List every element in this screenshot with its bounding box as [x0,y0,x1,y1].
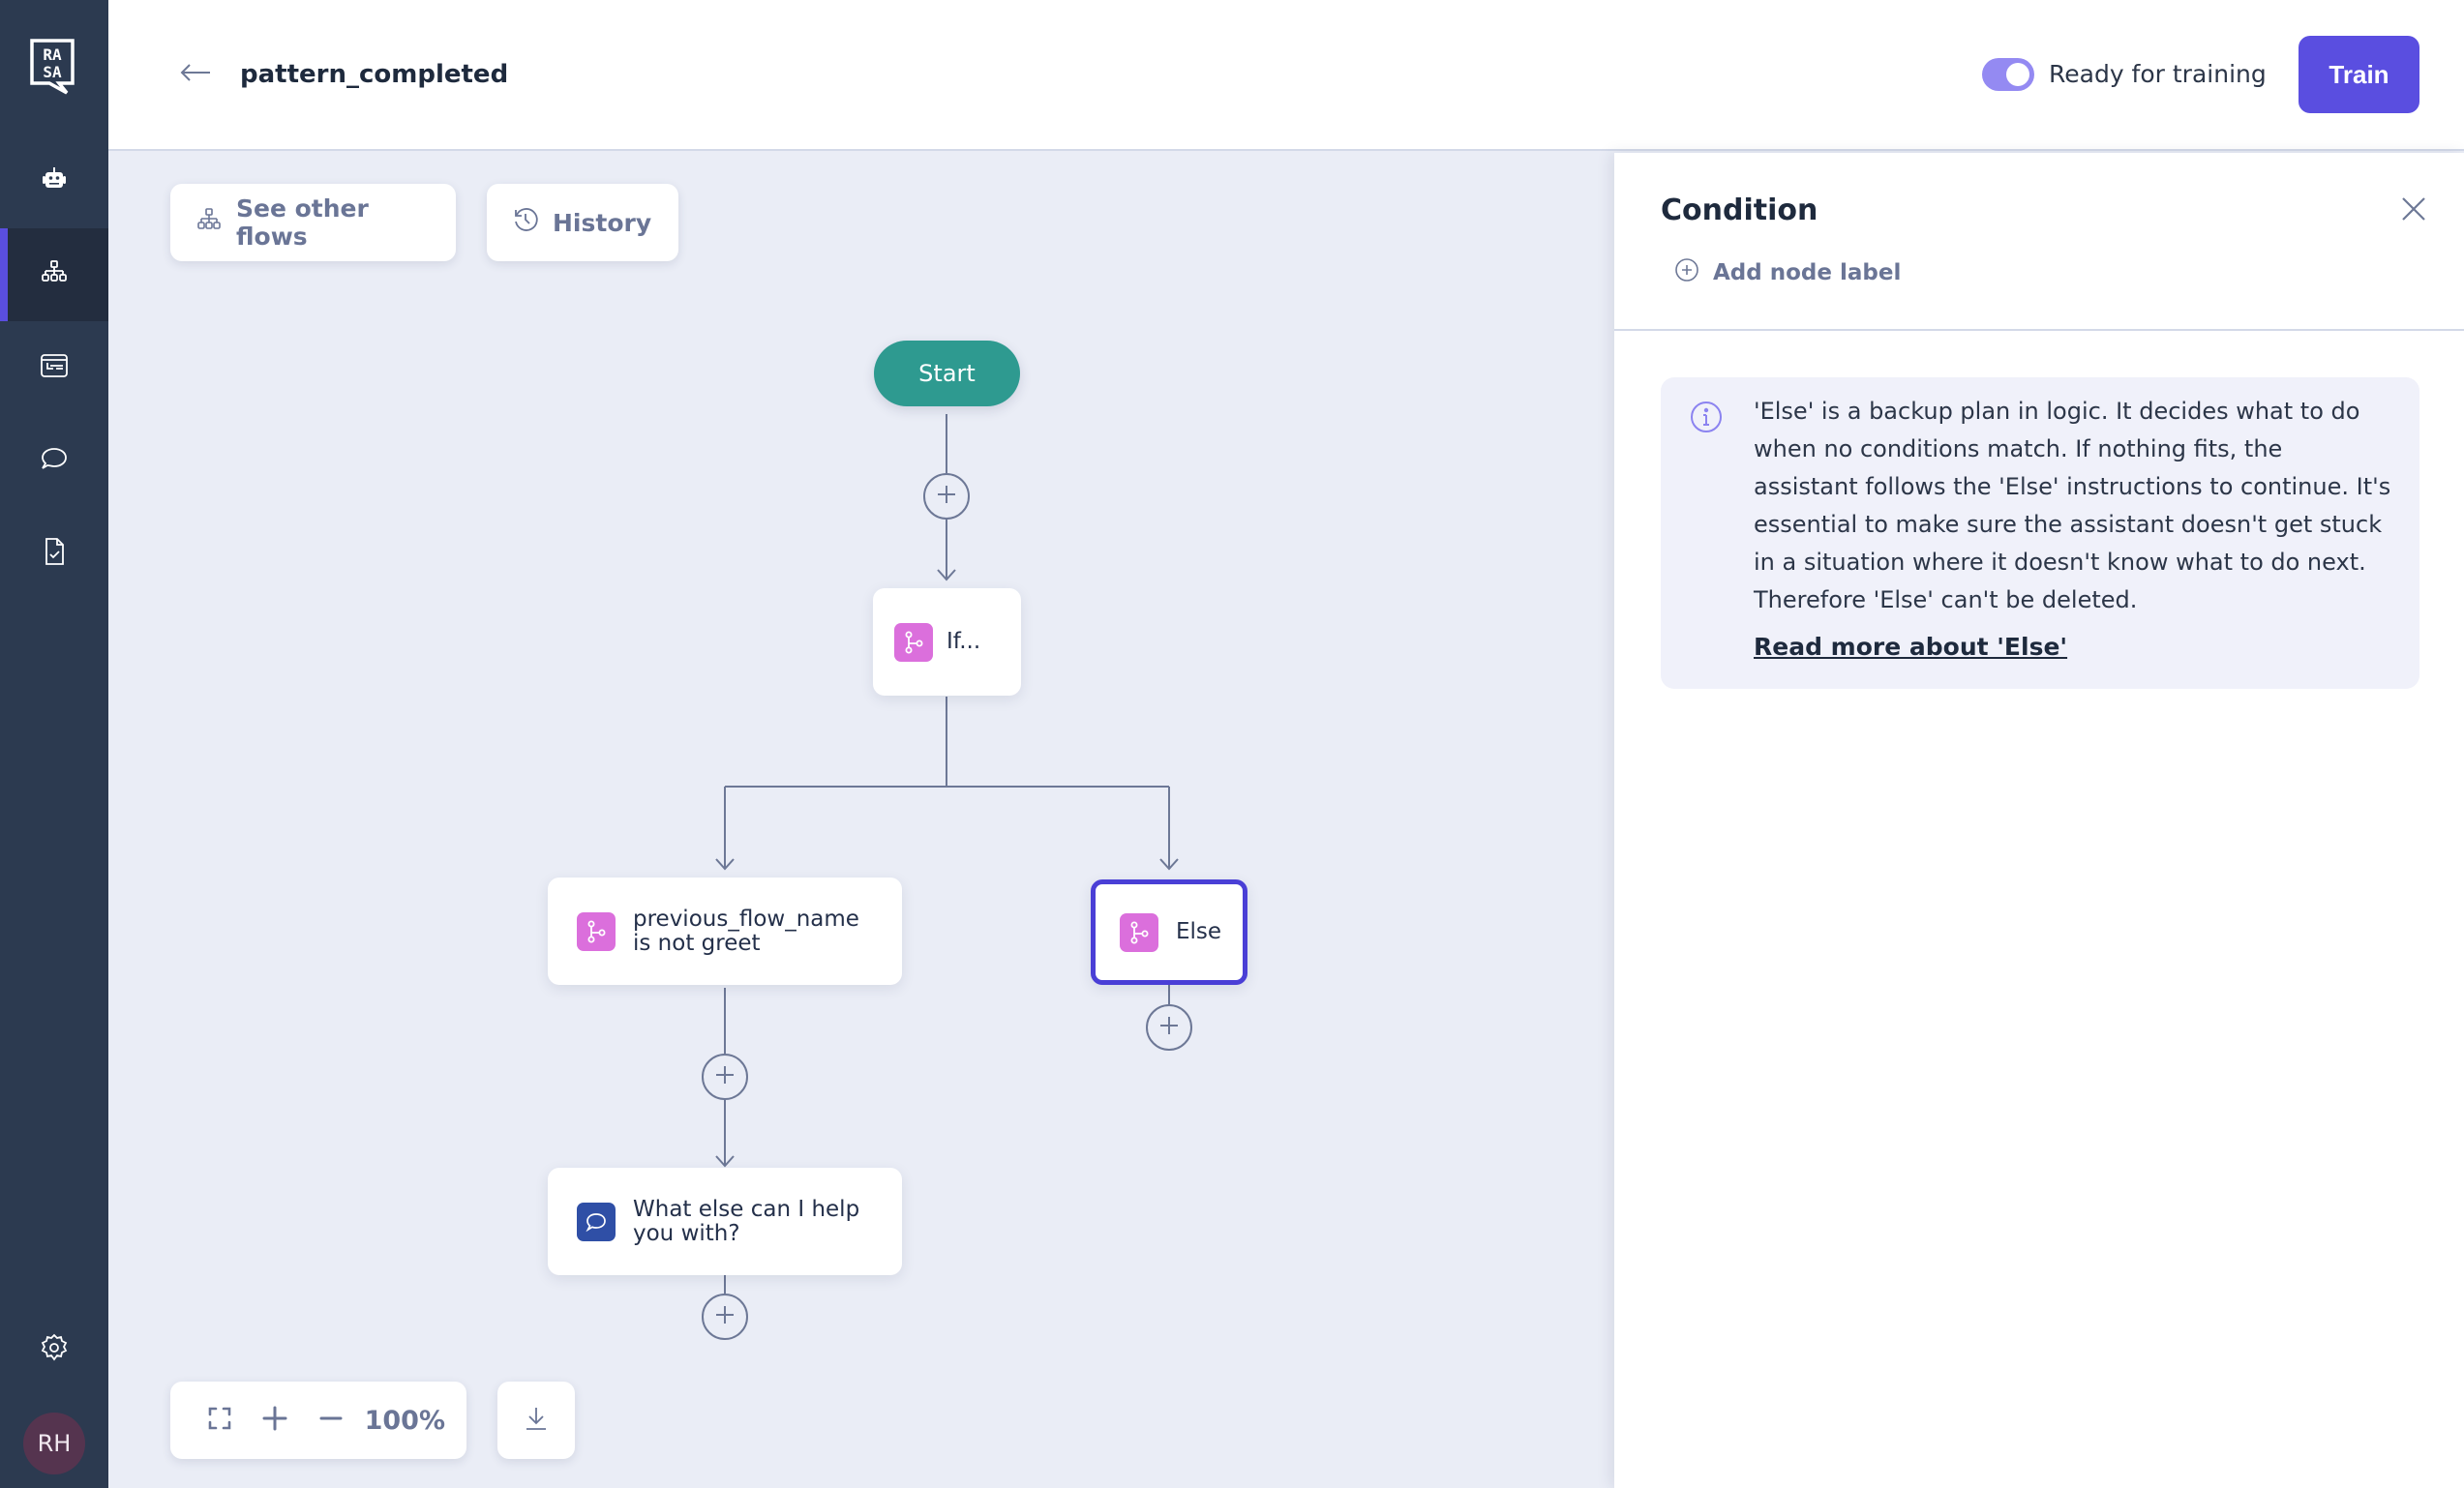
flow-canvas[interactable]: See other flows History Start If... prev… [108,153,1614,1488]
download-icon [523,1405,550,1436]
branch-icon [1120,912,1158,952]
zoom-in-button[interactable] [248,1391,304,1449]
info-icon [1690,401,1723,433]
plus-circle-icon [1674,257,1699,288]
see-other-flows-button[interactable]: See other flows [170,184,456,261]
gear-icon [38,1331,71,1368]
add-step-button[interactable] [702,1294,748,1340]
branch-icon [577,911,616,951]
condition-node-label: If... [947,629,981,654]
add-node-label-text: Add node label [1713,260,1902,285]
zoom-controls: 100% [170,1382,466,1459]
branch-icon [894,622,933,662]
read-more-link[interactable]: Read more about 'Else' [1754,633,2067,661]
flow-edges [715,414,1179,1294]
plus-icon [714,1304,736,1329]
train-button[interactable]: Train [2299,36,2419,113]
minus-icon [317,1405,345,1436]
close-icon [2400,195,2427,226]
sidebar: RA SA RH [0,0,108,1488]
add-node-label-button[interactable]: Add node label [1674,257,1901,288]
message-icon [577,1202,616,1241]
else-node-label: Else [1176,919,1222,944]
svg-text:SA: SA [43,63,62,81]
history-icon [512,206,539,239]
file-check-icon [38,535,71,572]
history-button[interactable]: History [487,184,678,261]
close-panel-button[interactable] [2396,193,2431,228]
sidebar-item-flows[interactable] [0,228,108,321]
add-step-button[interactable] [923,473,970,520]
fullscreen-icon [206,1405,233,1436]
plus-icon [1158,1015,1180,1040]
plus-icon [714,1064,736,1089]
condition-branch-node[interactable]: previous_flow_name is not greet [548,878,902,985]
toggle-label: Ready for training [2049,60,2267,88]
arrow-left-icon [179,63,212,86]
top-header: pattern_completed Ready for training Tra… [108,0,2464,151]
edge-condition-branches [715,697,1179,871]
see-other-flows-label: See other flows [236,194,369,251]
sidebar-item-assistant[interactable] [0,135,108,228]
node-details-panel: Condition Add node label 'Else' is a bac… [1614,153,2464,1488]
message-node[interactable]: What else can I help you with? [548,1168,902,1275]
user-avatar[interactable]: RH [23,1413,85,1474]
flows-icon [195,206,223,239]
ready-for-training-toggle[interactable] [1982,58,2034,91]
plus-icon [936,484,957,509]
toggle-knob [2006,63,2029,86]
content-icon [38,349,71,386]
sidebar-item-conversations[interactable] [0,414,108,507]
rasa-logo[interactable]: RA SA [30,39,75,95]
svg-text:RA: RA [43,45,62,64]
history-label: History [553,208,652,237]
else-node[interactable]: Else [1091,879,1247,985]
condition-branch-label: previous_flow_name is not greet [633,906,859,956]
message-node-label: What else can I help you with? [633,1196,860,1246]
start-label: Start [918,360,976,387]
flow-title: pattern_completed [240,60,509,89]
chat-icon [38,442,71,479]
robot-icon [38,164,71,200]
start-node[interactable]: Start [874,341,1020,406]
flows-icon [38,256,71,293]
info-text: 'Else' is a backup plan in logic. It dec… [1754,398,2391,613]
panel-divider [1614,329,2464,331]
add-step-button[interactable] [702,1054,748,1100]
condition-node[interactable]: If... [873,588,1021,696]
panel-title: Condition [1661,193,1818,227]
zoom-level: 100% [364,1405,446,1436]
fit-view-button[interactable] [192,1391,248,1449]
avatar-initials: RH [37,1430,72,1457]
sidebar-item-responses[interactable] [0,321,108,414]
plus-icon [261,1405,288,1436]
back-button[interactable] [176,56,215,93]
settings-button[interactable] [0,1303,108,1396]
add-step-button[interactable] [1146,1004,1192,1051]
else-info-box: 'Else' is a backup plan in logic. It dec… [1661,377,2419,689]
zoom-out-button[interactable] [303,1391,359,1449]
download-button[interactable] [497,1382,575,1459]
sidebar-item-tests[interactable] [0,507,108,600]
